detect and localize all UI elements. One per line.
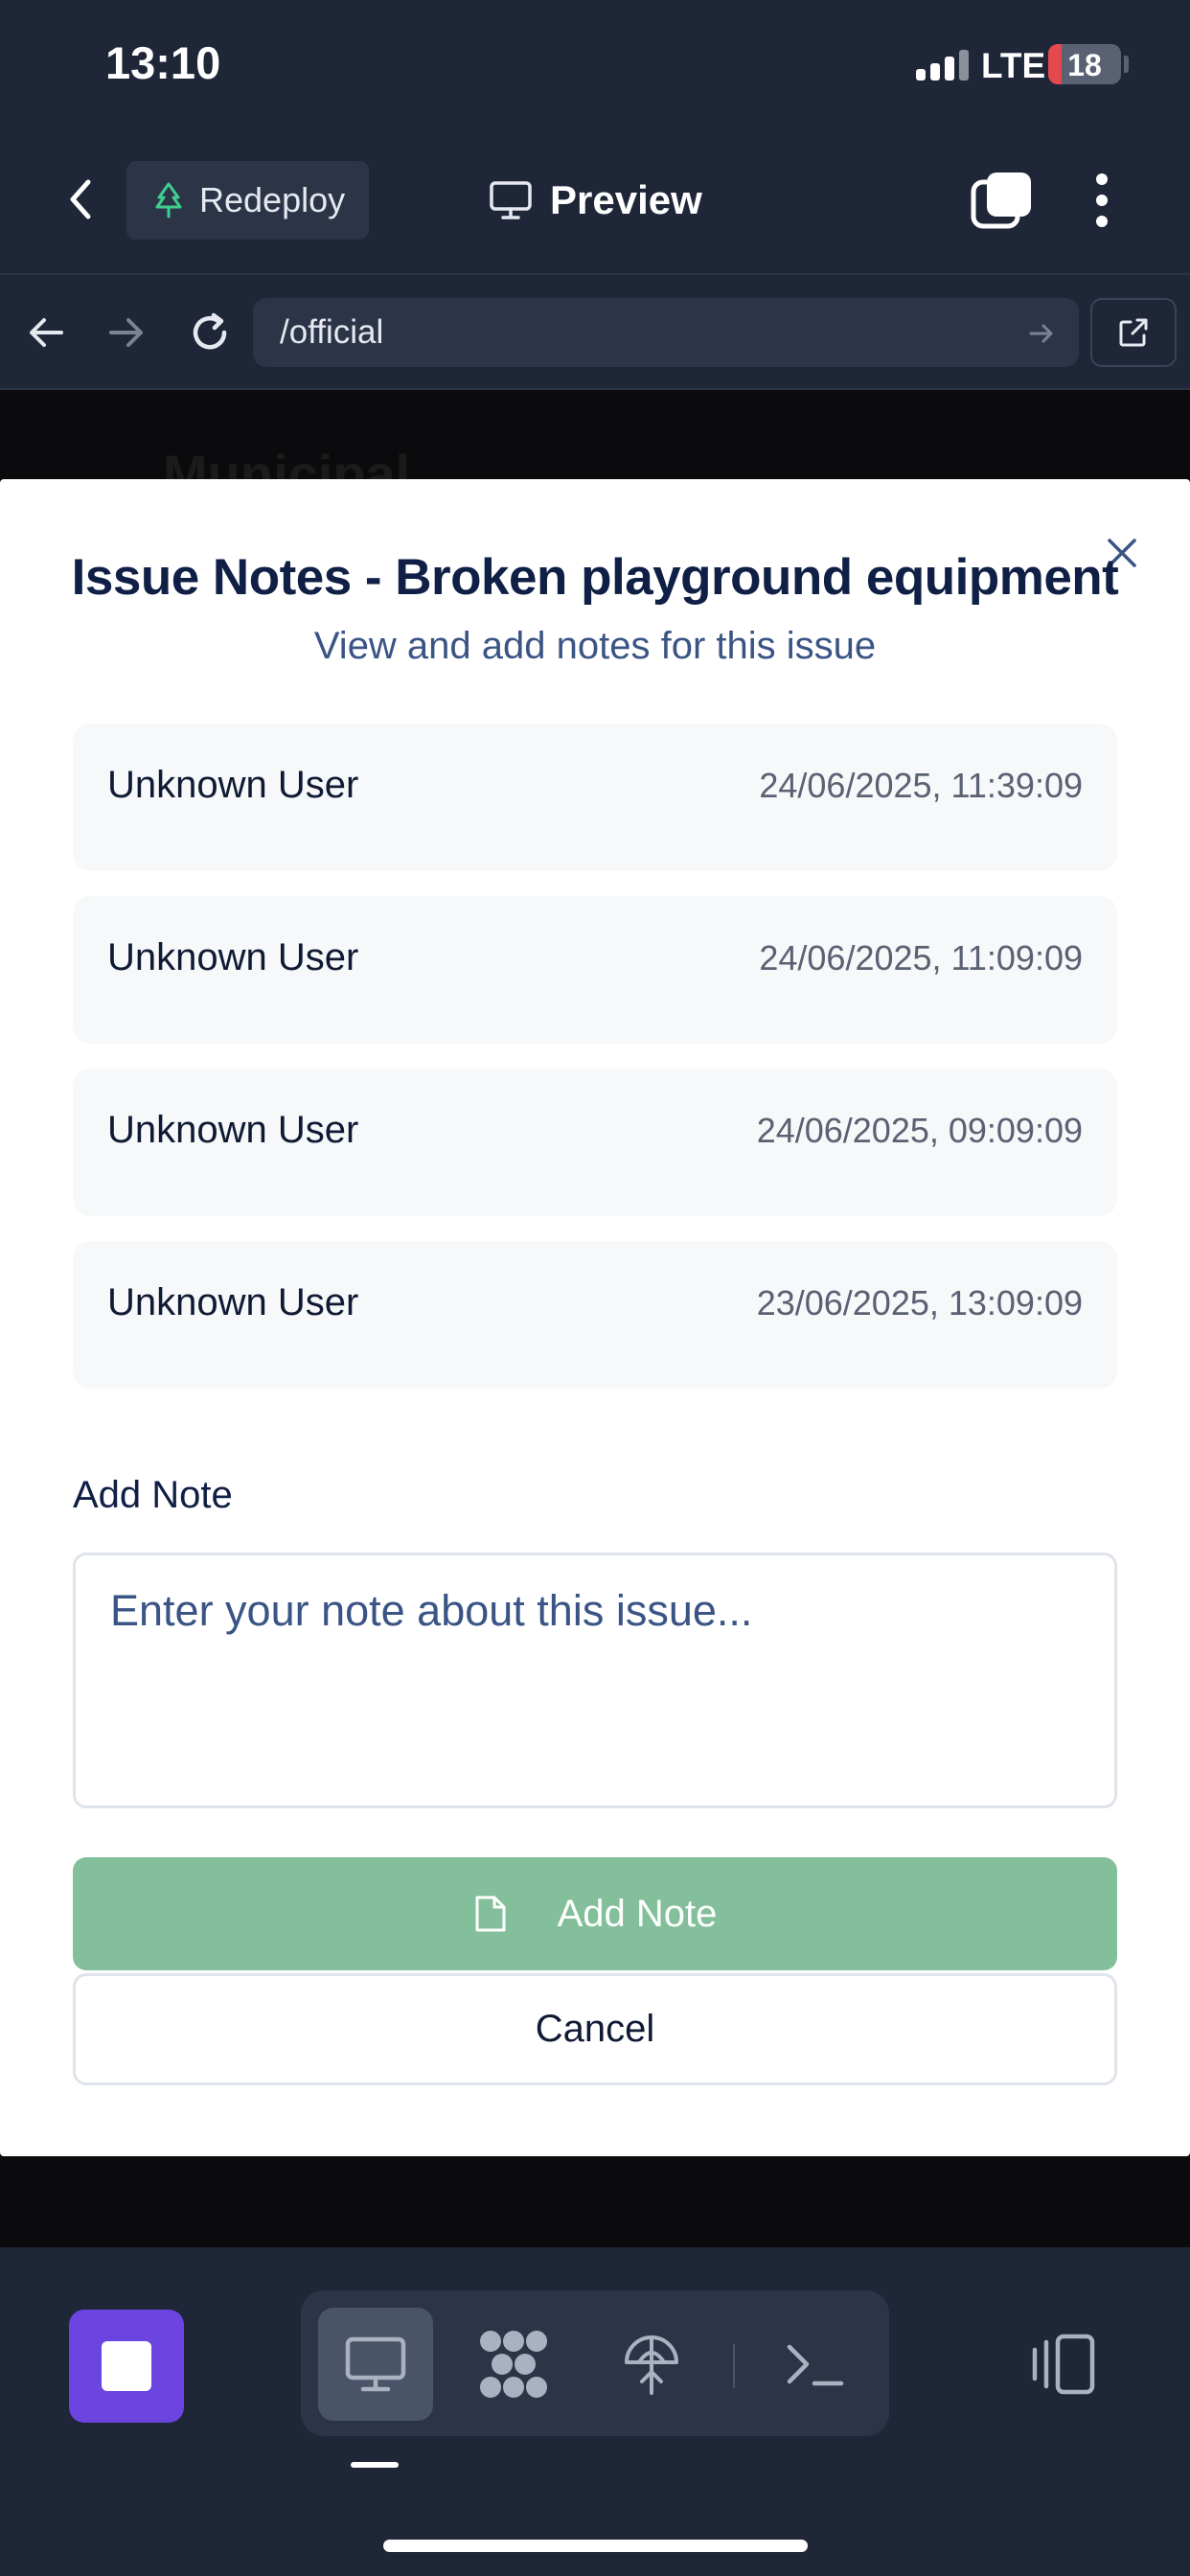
modal-title: Issue Notes - Broken playground equipmen…	[71, 549, 1119, 606]
add-note-label: Add Note	[73, 1474, 233, 1516]
stop-button[interactable]	[69, 2310, 184, 2423]
network-type: LTE	[981, 46, 1046, 85]
note-author: Unknown User	[107, 764, 359, 806]
battery-nub	[1124, 56, 1129, 73]
note-timestamp: 24/06/2025, 09:09:09	[756, 1111, 1083, 1150]
split-view-icon[interactable]	[1023, 2331, 1100, 2398]
battery-icon: 18	[1048, 44, 1121, 84]
note-timestamp: 24/06/2025, 11:09:09	[759, 938, 1083, 978]
modal-subtitle: View and add notes for this issue	[313, 625, 877, 667]
note-textarea[interactable]	[73, 1552, 1117, 1808]
terminal-icon	[787, 2344, 844, 2386]
monitor-icon	[345, 2336, 406, 2392]
url-field[interactable]: /official	[253, 298, 1079, 367]
more-vertical-icon[interactable]	[1085, 169, 1119, 232]
note-author: Unknown User	[107, 1109, 359, 1151]
arrow-right-icon[interactable]	[102, 309, 149, 356]
note-card: Unknown User 24/06/2025, 11:39:09	[73, 724, 1117, 871]
back-chevron-icon[interactable]	[57, 172, 105, 226]
cancel-button[interactable]: Cancel	[73, 1973, 1117, 2085]
external-link-icon	[1119, 318, 1148, 347]
status-time: 13:10	[105, 37, 221, 88]
active-tool-indicator	[351, 2462, 399, 2468]
note-author: Unknown User	[107, 1281, 359, 1323]
note-author: Unknown User	[107, 936, 359, 978]
add-note-button[interactable]: Add Note	[73, 1857, 1117, 1970]
tool-preview[interactable]	[318, 2308, 433, 2421]
stop-icon	[102, 2341, 151, 2391]
redeploy-button[interactable]: Redeploy	[126, 161, 369, 240]
open-external-button[interactable]	[1090, 298, 1177, 367]
tool-workflow[interactable]	[456, 2308, 571, 2421]
cancel-button-label: Cancel	[535, 2008, 655, 2050]
note-timestamp: 24/06/2025, 11:39:09	[759, 766, 1083, 805]
add-note-button-label: Add Note	[557, 1892, 718, 1935]
monitor-icon	[490, 181, 532, 219]
url-go-icon[interactable]	[1027, 319, 1056, 348]
note-card: Unknown User 24/06/2025, 09:09:09	[73, 1069, 1117, 1216]
redeploy-label: Redeploy	[199, 180, 346, 219]
preview-tab[interactable]: Preview	[489, 169, 702, 232]
tree-icon	[155, 182, 182, 218]
document-icon	[475, 1896, 506, 1932]
url-text: /official	[280, 313, 384, 351]
tool-deploy[interactable]	[594, 2308, 709, 2421]
reload-icon[interactable]	[184, 307, 236, 358]
tabs-icon[interactable]	[970, 169, 1035, 232]
note-card: Unknown User 24/06/2025, 11:09:09	[73, 896, 1117, 1044]
tool-divider	[733, 2344, 735, 2388]
preview-label: Preview	[550, 177, 702, 222]
note-timestamp: 23/06/2025, 13:09:09	[756, 1283, 1083, 1322]
note-card: Unknown User 23/06/2025, 13:09:09	[73, 1241, 1117, 1389]
signal-icon	[916, 50, 970, 80]
home-indicator	[383, 2540, 808, 2552]
battery-level: 18	[1067, 48, 1102, 82]
tool-terminal[interactable]	[757, 2308, 872, 2421]
arrow-left-icon[interactable]	[23, 309, 71, 356]
deploy-icon	[625, 2335, 678, 2395]
workflow-icon	[480, 2331, 547, 2398]
